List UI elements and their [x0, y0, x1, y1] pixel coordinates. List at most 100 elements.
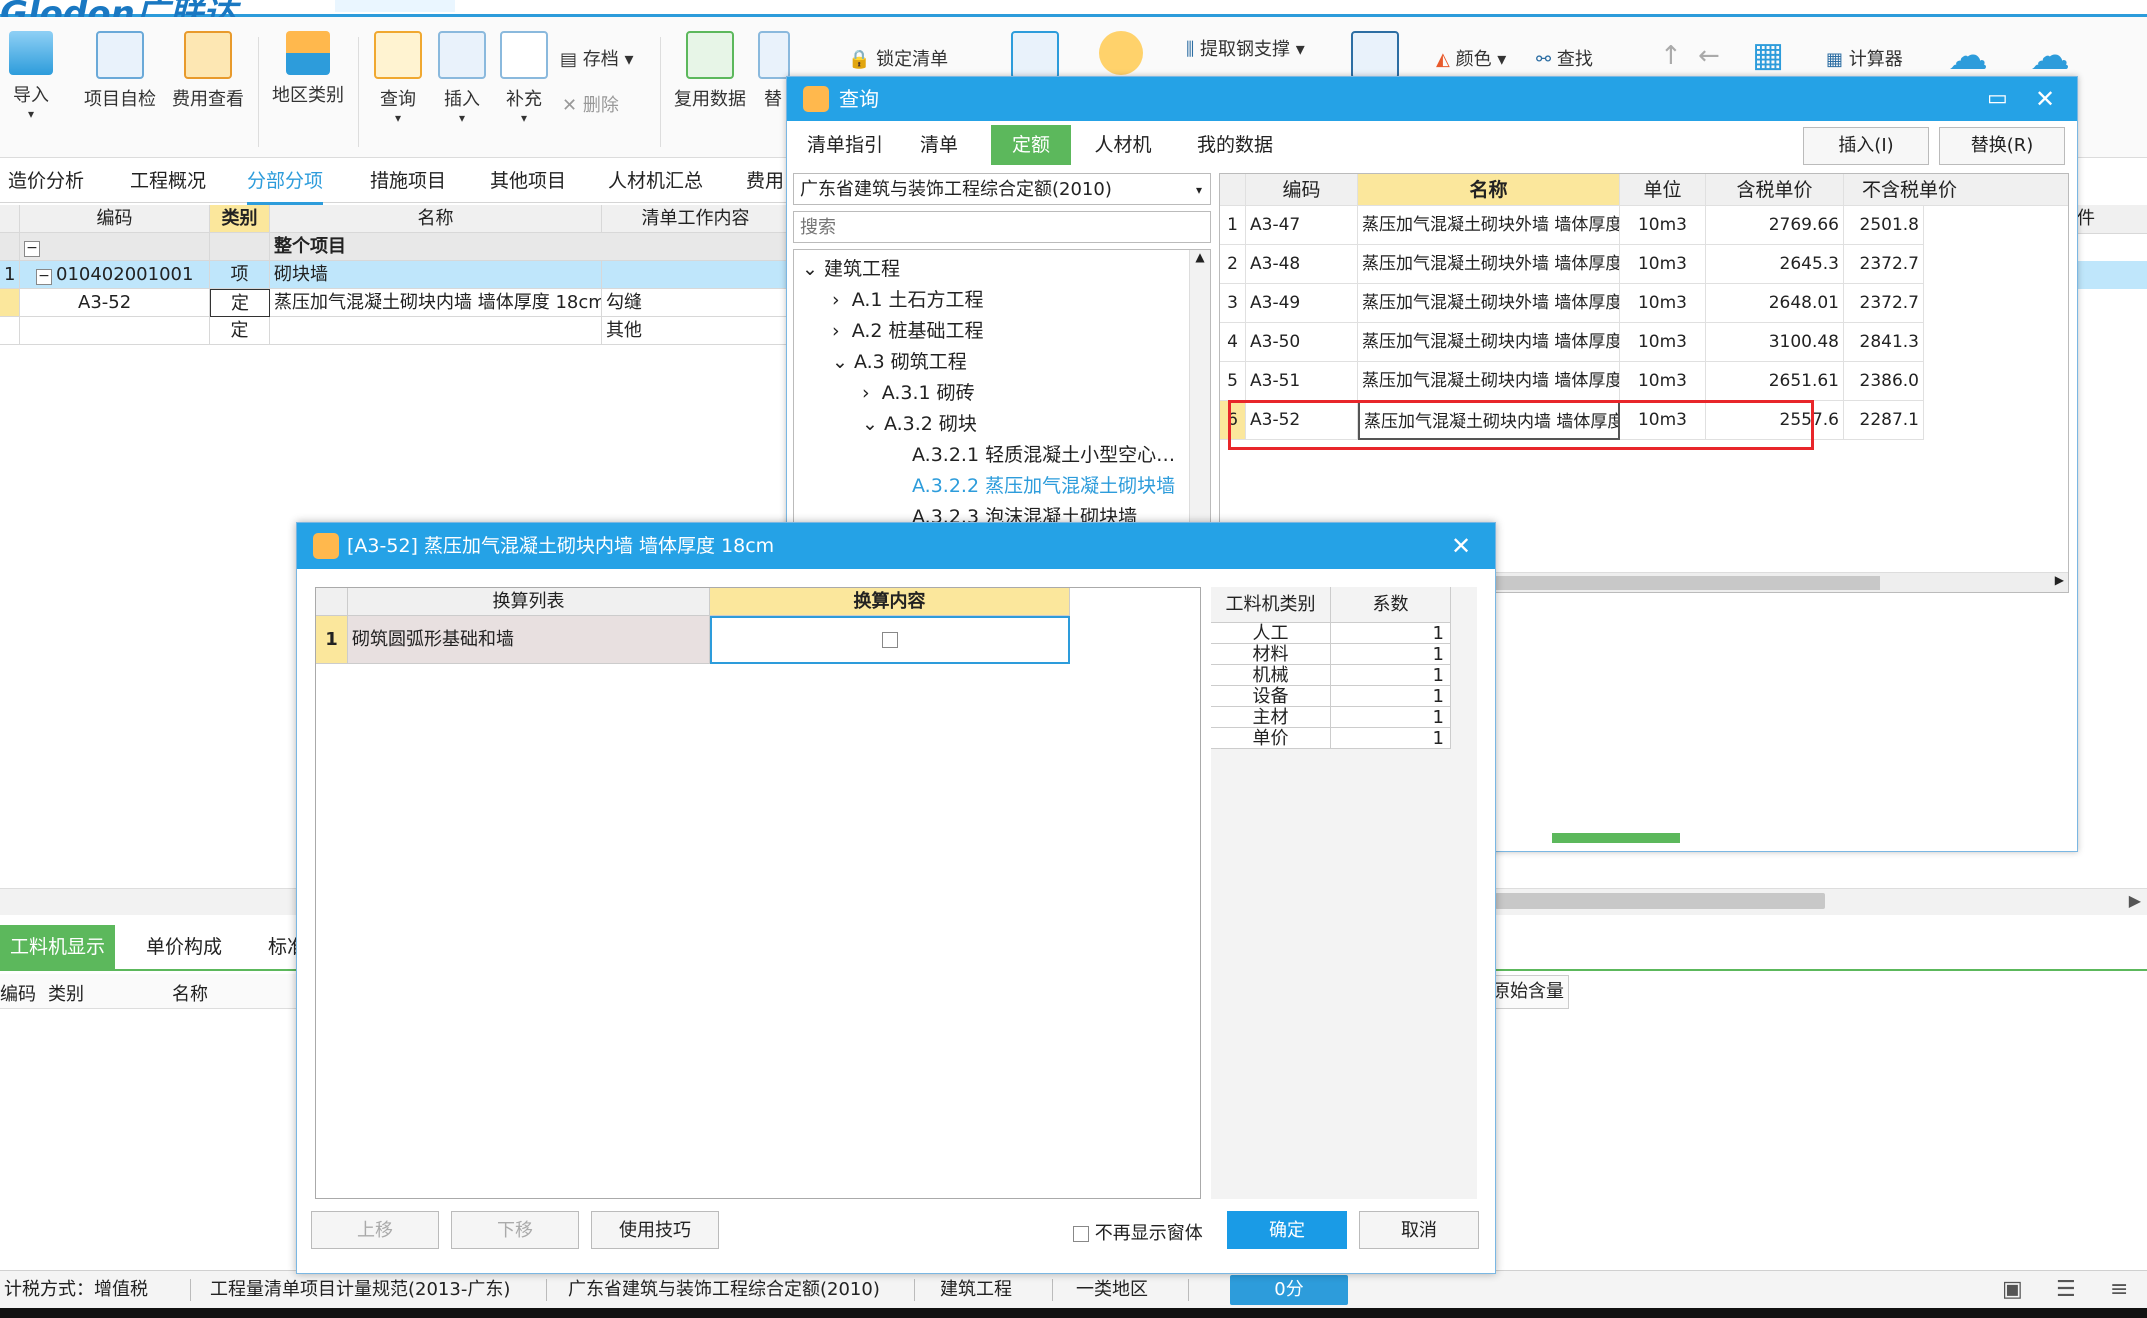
tab-quota[interactable]: 定额: [991, 125, 1071, 165]
replace-data-button[interactable]: 替: [758, 31, 790, 111]
tab-measures[interactable]: 措施项目: [370, 160, 446, 202]
splitter-handle[interactable]: [1552, 833, 1680, 843]
tab-sub-items[interactable]: 分部分项: [247, 160, 324, 205]
grid-cell-name[interactable]: 整个项目: [270, 233, 790, 261]
result-cell-notax-price[interactable]: 2501.8: [1844, 206, 1924, 245]
view-single-icon[interactable]: ▣: [2002, 1271, 2023, 1309]
result-cell-name[interactable]: 蒸压加气混凝土砌块内墙 墙体厚度 6cm: [1358, 323, 1620, 362]
result-cell-name[interactable]: 蒸压加气混凝土砌块外墙 墙体厚度 18cm: [1358, 245, 1620, 284]
scroll-right-icon[interactable]: ▶: [2055, 573, 2064, 587]
grid-cell-name[interactable]: 蒸压加气混凝土砌块内墙 墙体厚度 18cm: [270, 289, 602, 317]
result-cell-no[interactable]: 2: [1220, 245, 1246, 284]
maximize-icon[interactable]: ▭: [1987, 77, 2008, 121]
search-input[interactable]: [793, 211, 1211, 243]
result-cell-no[interactable]: 4: [1220, 323, 1246, 362]
query-button[interactable]: 查询 ▾: [366, 31, 430, 125]
result-cell-code[interactable]: A3-51: [1246, 362, 1358, 401]
move-down-button[interactable]: 下移: [451, 1211, 579, 1249]
tree-node[interactable]: ⌄ 建筑工程: [802, 254, 900, 284]
region-button[interactable]: 地区类别: [268, 31, 348, 107]
tree-node[interactable]: ⌄ A.3.2 砌块: [862, 409, 977, 439]
scrollbar-thumb[interactable]: [1490, 576, 1880, 590]
result-hscrollbar[interactable]: ▶: [1490, 572, 2068, 592]
coef-value[interactable]: 1: [1331, 686, 1451, 707]
view-rows-icon[interactable]: ≡: [2110, 1271, 2128, 1309]
fee-view-button[interactable]: 费用查看: [168, 31, 248, 111]
conversion-checkbox[interactable]: [882, 632, 898, 648]
result-cell-tax-price[interactable]: 2651.61: [1706, 362, 1844, 401]
tab-resources-display[interactable]: 工料机显示: [0, 925, 116, 969]
result-cell-no[interactable]: 5: [1220, 362, 1246, 401]
insert-button[interactable]: 插入 ▾: [432, 31, 492, 125]
tree-node-selected[interactable]: A.3.2.2 蒸压加气混凝土砌块墙: [912, 471, 1175, 501]
quota-library-select[interactable]: 广东省建筑与装饰工程综合定额(2010) ▾: [793, 173, 1211, 205]
grid-cell-type[interactable]: 定: [210, 289, 270, 317]
result-cell-tax-price[interactable]: 2769.66: [1706, 206, 1844, 245]
grid-cell-code[interactable]: A3-52: [20, 289, 210, 317]
result-cell-unit[interactable]: 10m3: [1620, 245, 1706, 284]
result-cell-tax-price[interactable]: 3100.48: [1706, 323, 1844, 362]
import-button[interactable]: 导入 ▾: [6, 31, 56, 121]
coef-value[interactable]: 1: [1331, 707, 1451, 728]
lock-list-button[interactable]: 🔒 锁定清单: [848, 45, 948, 71]
result-cell-notax-price[interactable]: 2841.3: [1844, 323, 1924, 362]
coef-value[interactable]: 1: [1331, 728, 1451, 749]
conv-row-item[interactable]: 砌筑圆弧形基础和墙: [348, 616, 710, 664]
tab-other-items[interactable]: 其他项目: [490, 160, 566, 202]
view-list-icon[interactable]: ☰: [2056, 1271, 2076, 1309]
supplement-button[interactable]: 补充 ▾: [494, 31, 554, 125]
collapse-toggle[interactable]: −: [20, 233, 210, 261]
self-check-button[interactable]: 项目自检: [80, 31, 160, 111]
menu-tab-active[interactable]: [335, 0, 455, 12]
result-cell-name[interactable]: 蒸压加气混凝土砌块外墙 墙体厚度 12cm: [1358, 206, 1620, 245]
tab-unit-price[interactable]: 单价构成: [136, 925, 232, 969]
replace-button[interactable]: 替换(R): [1939, 127, 2065, 165]
result-cell-notax-price[interactable]: 2287.1: [1844, 401, 1924, 440]
save-button[interactable]: ▤ 存档 ▾: [560, 45, 634, 71]
scroll-up-icon[interactable]: ▲: [1190, 250, 1210, 264]
tab-fees[interactable]: 费用: [746, 160, 784, 202]
result-cell-notax-price[interactable]: 2372.7: [1844, 284, 1924, 323]
tree-node[interactable]: › A.2 桩基础工程: [832, 316, 984, 346]
result-cell-code[interactable]: A3-48: [1246, 245, 1358, 284]
result-cell-unit[interactable]: 10m3: [1620, 206, 1706, 245]
conv-row-checkbox-cell[interactable]: [710, 616, 1070, 664]
status-score-badge[interactable]: 0分: [1230, 1275, 1348, 1305]
coef-value[interactable]: 1: [1331, 623, 1451, 644]
result-cell-unit[interactable]: 10m3: [1620, 323, 1706, 362]
price-button[interactable]: [1096, 31, 1146, 81]
ok-button[interactable]: 确定: [1227, 1211, 1347, 1249]
result-cell-no[interactable]: 1: [1220, 206, 1246, 245]
grid-cell-code[interactable]: [20, 317, 210, 345]
tab-cost-analysis[interactable]: 造价分析: [8, 160, 84, 202]
grid-cell-code[interactable]: −010402001001: [20, 261, 210, 289]
tab-list[interactable]: 清单: [897, 125, 981, 165]
tab-resources[interactable]: 人材机: [1077, 125, 1169, 165]
cancel-button[interactable]: 取消: [1359, 1211, 1479, 1249]
scroll-right-icon[interactable]: ▶: [2129, 891, 2141, 910]
delete-button[interactable]: ✕ 删除: [562, 91, 619, 117]
move-left-icon[interactable]: ←: [1698, 41, 1720, 71]
tree-node[interactable]: › A.1 土石方工程: [832, 285, 984, 315]
coef-value[interactable]: 1: [1331, 665, 1451, 686]
close-icon[interactable]: ✕: [1451, 524, 1471, 568]
extract-steel-button[interactable]: ⫼ 提取钢支撑 ▾: [1186, 35, 1305, 61]
grid-cell-type[interactable]: 项: [210, 261, 270, 289]
close-icon[interactable]: ✕: [2035, 77, 2055, 121]
tree-node[interactable]: A.3.2.1 轻质混凝土小型空心…: [912, 440, 1175, 470]
query-dialog-titlebar[interactable]: 查询 ▭ ✕: [787, 77, 2077, 121]
result-cell-code[interactable]: A3-50: [1246, 323, 1358, 362]
result-cell-tax-price[interactable]: 2645.3: [1706, 245, 1844, 284]
cloud-icon[interactable]: ☁: [1948, 33, 1988, 79]
coef-value[interactable]: 1: [1331, 644, 1451, 665]
grid-cell-content[interactable]: 勾缝: [602, 289, 790, 317]
result-cell-unit[interactable]: 10m3: [1620, 284, 1706, 323]
tips-button[interactable]: 使用技巧: [591, 1211, 719, 1249]
no-show-checkbox[interactable]: [1073, 1226, 1089, 1242]
result-cell-name[interactable]: 蒸压加气混凝土砌块内墙 墙体厚度 12cm: [1358, 362, 1620, 401]
result-cell-code[interactable]: A3-47: [1246, 206, 1358, 245]
result-cell-notax-price[interactable]: 2372.7: [1844, 245, 1924, 284]
conversion-dialog-titlebar[interactable]: [A3-52] 蒸压加气混凝土砌块内墙 墙体厚度 18cm ✕: [297, 523, 1495, 569]
tab-list-guide[interactable]: 清单指引: [793, 125, 897, 165]
find-button[interactable]: ⚯ 查找: [1536, 45, 1593, 71]
